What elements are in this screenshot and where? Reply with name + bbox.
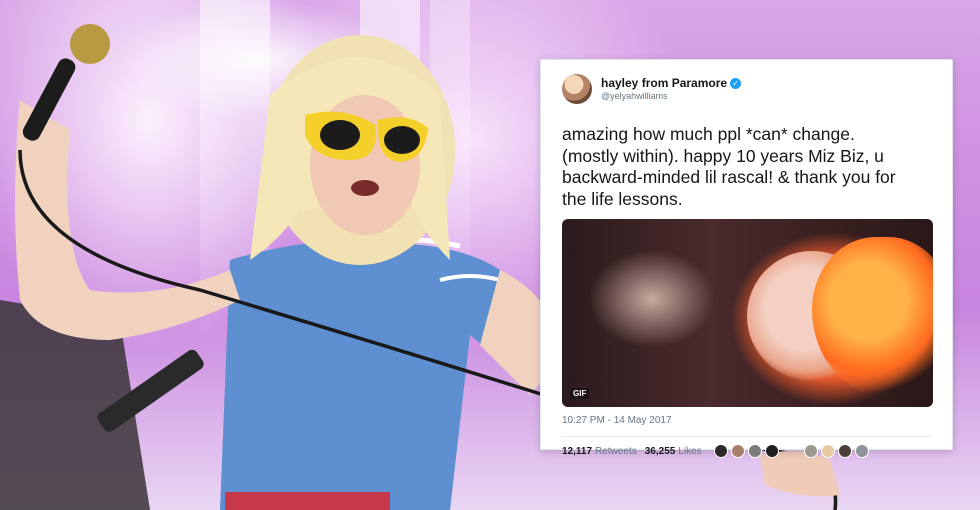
- display-name[interactable]: hayley from Paramore: [601, 76, 727, 91]
- liker-avatar[interactable]: [803, 444, 818, 458]
- tweet-header: hayley from Paramore ✓ @yelyahwilliams: [562, 72, 931, 106]
- verified-check-icon: ✓: [730, 78, 742, 90]
- display-name-row: hayley from Paramore ✓: [601, 76, 742, 91]
- liker-avatar[interactable]: [730, 444, 745, 458]
- liker-avatar[interactable]: [854, 444, 869, 458]
- likes-label: Likes: [678, 445, 702, 457]
- likes-count: 36,255: [644, 445, 676, 457]
- liker-avatar[interactable]: [713, 444, 728, 458]
- retweets-stat[interactable]: 12,117 Retweets: [562, 446, 637, 457]
- tweet-timestamp[interactable]: 10:27 PM - 14 May 2017: [562, 415, 931, 426]
- tweet-media-gif[interactable]: GIF: [562, 219, 933, 407]
- liker-avatar[interactable]: [764, 444, 779, 458]
- tweet-text: amazing how much ppl *can* change. (most…: [562, 124, 896, 209]
- likes-stat[interactable]: 36,255 Likes: [645, 446, 702, 457]
- tweet-stats: 12,117 Retweets 36,255 Likes: [562, 437, 931, 465]
- liker-avatar[interactable]: [820, 444, 835, 458]
- tweet-card[interactable]: hayley from Paramore ✓ @yelyahwilliams a…: [540, 59, 953, 458]
- liker-avatar[interactable]: [747, 444, 762, 458]
- user-handle[interactable]: @yelyahwilliams: [601, 91, 741, 101]
- retweets-label: Retweets: [595, 445, 637, 457]
- liker-avatars: [713, 444, 872, 458]
- author-names: hayley from Paramore ✓ @yelyahwilliams: [601, 76, 742, 101]
- retweets-count: 12,117: [562, 445, 593, 457]
- liker-avatar[interactable]: [837, 444, 852, 458]
- avatar[interactable]: [562, 74, 592, 104]
- gif-badge: GIF: [570, 388, 590, 399]
